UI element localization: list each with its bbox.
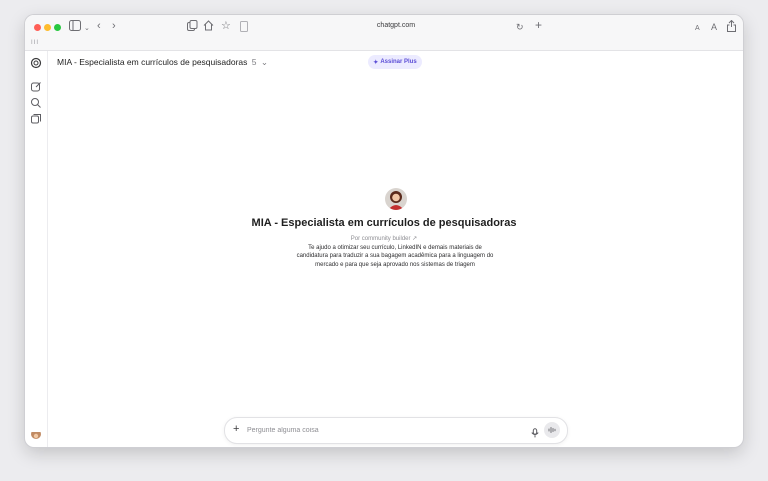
composer: +	[224, 417, 568, 444]
sidebar-toggle-icon[interactable]	[69, 20, 81, 31]
address-bar[interactable]: chatgpt.com ↻	[235, 20, 557, 35]
reload-icon[interactable]: ↻	[516, 21, 524, 34]
home-icon[interactable]	[203, 20, 214, 31]
new-chat-icon[interactable]	[30, 80, 42, 92]
tab-strip: III	[25, 39, 743, 51]
search-icon[interactable]	[30, 96, 42, 108]
tab-overview-icon[interactable]	[187, 20, 198, 31]
model-selector[interactable]: MIA - Especialista em currículos de pesq…	[57, 57, 268, 68]
chevron-down-icon: ⌄	[260, 57, 269, 67]
sparkle-icon: ✦	[373, 59, 379, 66]
url-text: chatgpt.com	[376, 22, 416, 29]
share-icon[interactable]	[727, 20, 736, 32]
library-icon[interactable]	[30, 112, 42, 124]
zoom-window-button[interactable]	[54, 24, 61, 31]
gpt-description: Te ajudo a otimizar seu currículo, Linke…	[296, 245, 494, 268]
voice-mode-button[interactable]	[544, 422, 560, 438]
gpt-name: MIA - Especialista em currículos de pesq…	[251, 217, 517, 229]
attach-plus-icon[interactable]: +	[233, 423, 239, 436]
forward-button[interactable]: ›	[112, 20, 116, 33]
bookmark-star-icon[interactable]: ☆	[221, 20, 231, 33]
user-avatar[interactable]	[31, 429, 41, 439]
chevron-down-icon[interactable]: ⌄	[84, 22, 90, 35]
tab-indicator[interactable]: III	[31, 40, 39, 46]
model-title: MIA - Especialista em currículos de pesq…	[57, 57, 248, 67]
sidebar-rail	[25, 51, 48, 447]
text-smaller-button[interactable]: A	[695, 22, 700, 35]
close-window-button[interactable]	[34, 24, 41, 31]
browser-toolbar: ⌄ ‹ › ☆ chatgpt.com ↻ + A A	[25, 15, 743, 39]
browser-window: ⌄ ‹ › ☆ chatgpt.com ↻ + A A III MIA - Es…	[25, 15, 743, 447]
gpt-builder-link[interactable]: Por community builder ↗	[25, 235, 743, 242]
microphone-icon[interactable]	[530, 425, 540, 438]
new-tab-button[interactable]: +	[535, 19, 542, 32]
model-version: 5	[251, 57, 257, 67]
openai-logo-icon[interactable]	[30, 56, 42, 69]
text-larger-button[interactable]: A	[711, 21, 717, 34]
chatgpt-app: MIA - Especialista em currículos de pesq…	[25, 51, 743, 447]
upgrade-label: Assinar Plus	[380, 59, 417, 65]
upgrade-plus-button[interactable]: ✦ Assinar Plus	[368, 55, 422, 69]
gpt-avatar	[385, 188, 407, 210]
prompt-input[interactable]	[247, 424, 507, 436]
back-button[interactable]: ‹	[97, 20, 101, 33]
minimize-window-button[interactable]	[44, 24, 51, 31]
